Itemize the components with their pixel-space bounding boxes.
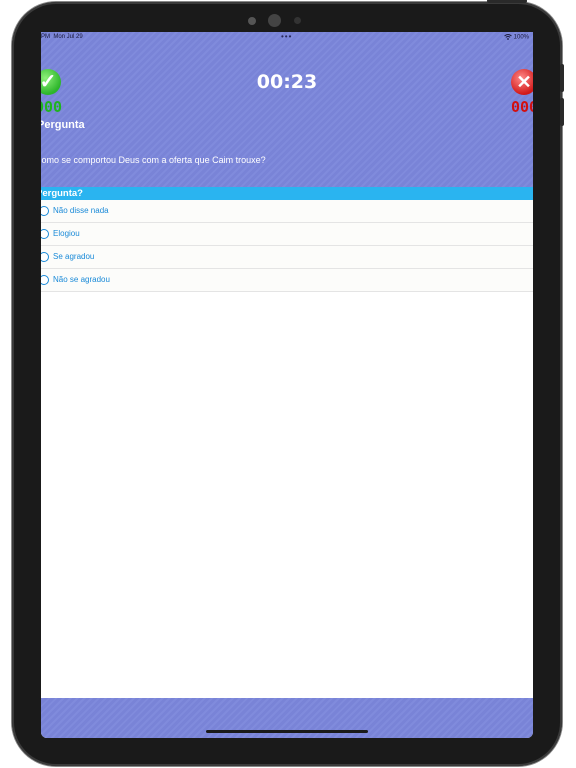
wifi-icon (504, 34, 512, 40)
answer-label: Elogiou (53, 229, 80, 238)
camera-area (248, 14, 308, 28)
status-right: 100% (504, 34, 529, 41)
app-screen: PM Mon Jul 29 ••• 100% ✓ 000 00:23 ✕ 000… (41, 32, 533, 738)
bottom-bar (41, 698, 533, 738)
question-text: Como se comportou Deus com a oferta que … (41, 155, 266, 165)
x-circle-icon: ✕ (511, 69, 533, 95)
answer-label: Não se agradou (53, 275, 110, 284)
answer-label: Não disse nada (53, 206, 109, 215)
volume-up-button (560, 64, 564, 92)
status-time: PM Mon Jul 29 (41, 34, 83, 40)
volume-down-button (560, 98, 564, 126)
answers-section-header: Pergunta? (41, 187, 533, 200)
wrong-indicator: ✕ (511, 69, 533, 95)
wrong-count: 000 (511, 98, 533, 116)
countdown-timer: 00:23 (256, 71, 318, 93)
answer-option-4[interactable]: Não se agradou (41, 269, 533, 292)
answer-list: Não disse nada Elogiou Se agradou Não se… (41, 200, 533, 292)
answer-option-1[interactable]: Não disse nada (41, 200, 533, 223)
top-button (487, 0, 527, 3)
radio-icon[interactable] (41, 275, 49, 285)
question-label: Pergunta (41, 119, 85, 131)
status-clock: PM (41, 34, 50, 40)
multitasking-dots[interactable]: ••• (281, 32, 292, 41)
status-date: Mon Jul 29 (53, 34, 83, 40)
answers-header-label: Pergunta? (41, 188, 83, 199)
camera-lens (268, 14, 281, 27)
radio-icon[interactable] (41, 229, 49, 239)
answer-option-3[interactable]: Se agradou (41, 246, 533, 269)
answer-label: Se agradou (53, 252, 95, 261)
home-indicator[interactable] (206, 730, 368, 733)
battery-percent: 100% (513, 34, 529, 41)
radio-icon[interactable] (41, 206, 49, 216)
sensor-dot (248, 17, 256, 25)
light-sensor (294, 17, 301, 24)
quiz-header-area: PM Mon Jul 29 ••• 100% ✓ 000 00:23 ✕ 000… (41, 32, 533, 187)
radio-icon[interactable] (41, 252, 49, 262)
status-bar: PM Mon Jul 29 ••• 100% (41, 32, 533, 44)
correct-count: 000 (41, 98, 63, 116)
answer-option-2[interactable]: Elogiou (41, 223, 533, 246)
